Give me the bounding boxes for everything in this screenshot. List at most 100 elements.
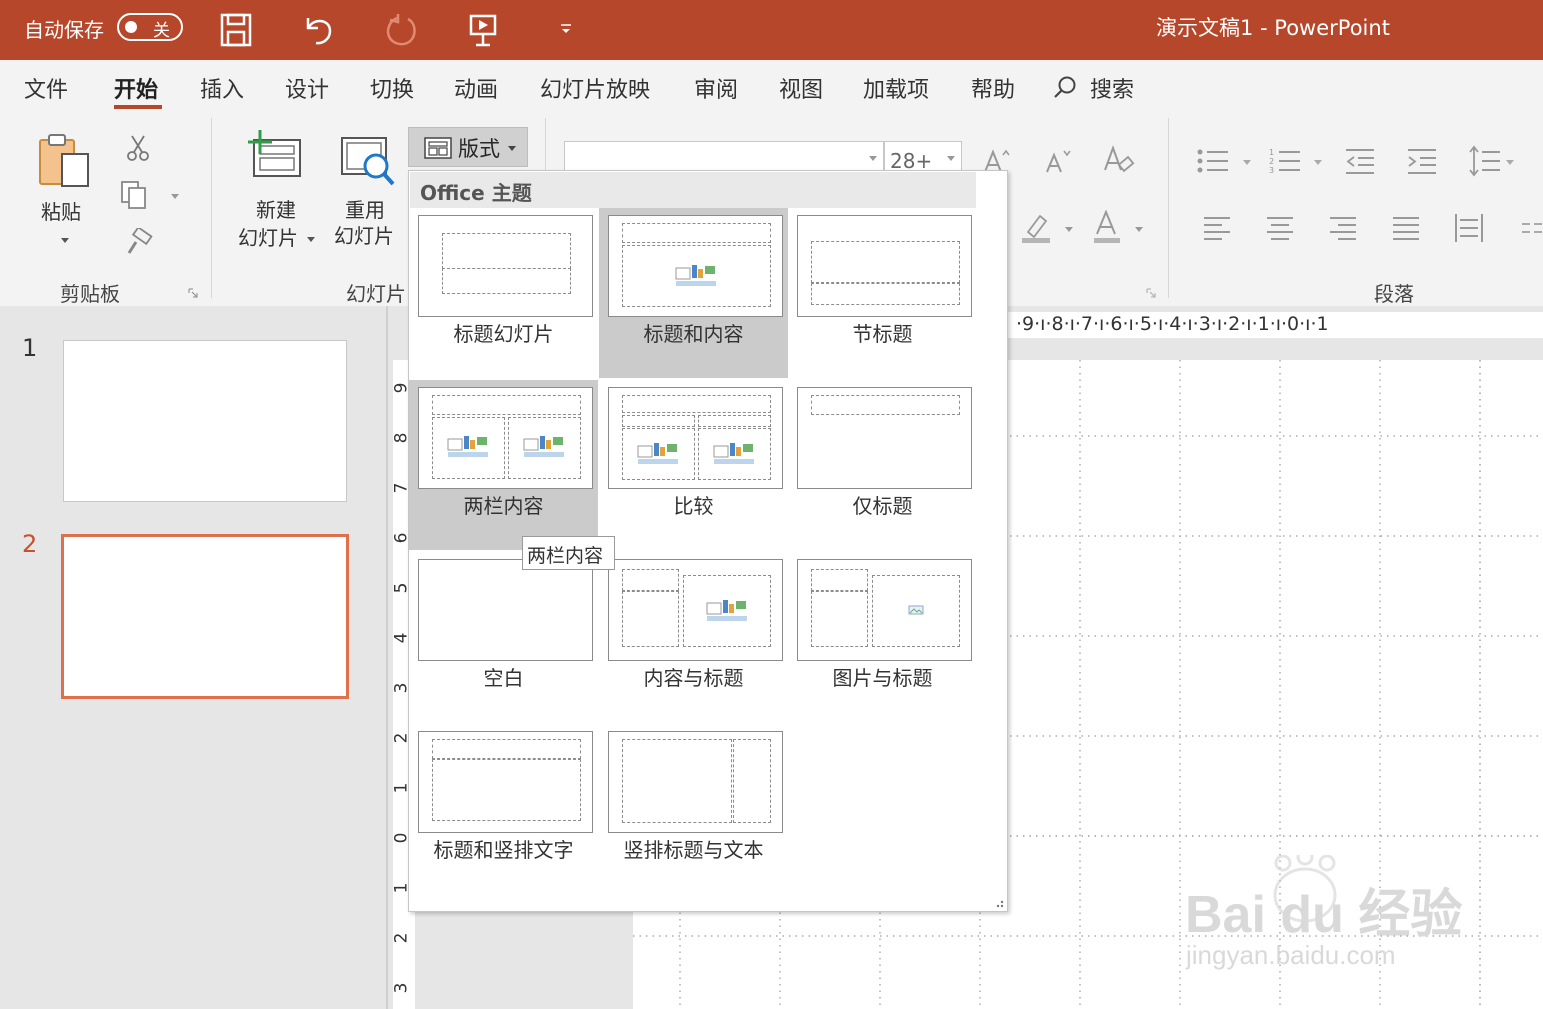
highlight-color-icon[interactable] xyxy=(1020,210,1054,244)
layout-content-with-caption[interactable]: 内容与标题 xyxy=(599,552,788,722)
highlight-dropdown-icon[interactable] xyxy=(1064,225,1074,233)
font-color-icon[interactable] xyxy=(1092,210,1122,244)
reuse-slides-label-1[interactable]: 重用 xyxy=(345,198,385,223)
layout-label: 内容与标题 xyxy=(643,666,744,690)
tab-design[interactable]: 设计 xyxy=(285,72,329,104)
layout-label: 图片与标题 xyxy=(832,666,933,690)
layout-label: 空白 xyxy=(483,666,524,690)
decrease-indent-icon[interactable] xyxy=(1344,146,1376,176)
layout-preview xyxy=(608,731,783,833)
tab-review[interactable]: 审阅 xyxy=(694,72,738,104)
toggle-knob xyxy=(125,21,137,33)
format-painter-icon[interactable] xyxy=(124,228,154,258)
layout-preview xyxy=(418,215,593,317)
align-center-icon[interactable] xyxy=(1265,214,1295,242)
layout-title-only[interactable]: 仅标题 xyxy=(788,380,977,550)
svg-text:2: 2 xyxy=(1269,157,1274,166)
layout-dropdown-icon xyxy=(507,144,517,152)
new-slide-label-2[interactable]: 幻灯片 xyxy=(238,226,298,251)
tab-search[interactable]: 搜索 xyxy=(1090,72,1134,104)
tab-transitions[interactable]: 切换 xyxy=(370,72,414,104)
increase-indent-icon[interactable] xyxy=(1406,146,1438,176)
layout-blank[interactable]: 空白 xyxy=(409,552,598,722)
clipboard-group-label: 剪贴板 xyxy=(60,282,120,306)
content-placeholder-icon xyxy=(447,436,488,457)
ruler-margin xyxy=(1008,338,1543,360)
line-spacing-icon[interactable] xyxy=(1468,144,1502,178)
slide-thumbnail-1[interactable] xyxy=(63,340,347,502)
picture-placeholder-icon xyxy=(908,605,924,615)
layout-vertical-title-and-text[interactable]: 竖排标题与文本 xyxy=(599,724,788,894)
slides-group-label: 幻灯片 xyxy=(346,282,406,306)
tab-animations[interactable]: 动画 xyxy=(454,72,498,104)
layout-comparison[interactable]: 比较 xyxy=(599,380,788,550)
save-icon[interactable] xyxy=(216,10,256,50)
layout-label: 两栏内容 xyxy=(463,494,544,518)
line-spacing-dropdown-icon[interactable] xyxy=(1505,158,1515,166)
layout-section-header[interactable]: 节标题 xyxy=(788,208,977,378)
align-right-icon[interactable] xyxy=(1328,214,1358,242)
layout-label: 节标题 xyxy=(852,322,913,346)
tab-help[interactable]: 帮助 xyxy=(971,72,1015,104)
paste-dropdown-icon[interactable] xyxy=(60,236,70,244)
group-separator xyxy=(545,118,546,178)
font-name-dropdown-icon[interactable] xyxy=(868,154,878,162)
tab-file[interactable]: 文件 xyxy=(24,72,68,104)
bullets-dropdown-icon[interactable] xyxy=(1242,158,1252,166)
bullets-icon[interactable] xyxy=(1196,146,1230,176)
numbering-icon[interactable]: 123 xyxy=(1268,146,1302,176)
pane-splitter[interactable] xyxy=(386,306,388,1009)
paste-icon[interactable] xyxy=(34,132,94,192)
tab-slideshow[interactable]: 幻灯片放映 xyxy=(540,72,650,104)
watermark-text: Bai du 经验 xyxy=(1185,886,1463,944)
layout-label: 比较 xyxy=(673,494,714,518)
columns-icon[interactable] xyxy=(1520,218,1543,238)
layout-title-and-vertical-text[interactable]: 标题和竖排文字 xyxy=(409,724,598,894)
layout-label: 竖排标题与文本 xyxy=(623,838,764,862)
new-slide-label-1[interactable]: 新建 xyxy=(256,198,296,223)
autosave-state: 关 xyxy=(153,21,170,41)
svg-text:1: 1 xyxy=(1269,148,1274,157)
cut-icon[interactable] xyxy=(124,134,152,162)
justify-icon[interactable] xyxy=(1391,214,1421,242)
tab-home[interactable]: 开始 xyxy=(114,72,158,104)
copy-icon[interactable] xyxy=(120,180,154,210)
paste-label[interactable]: 粘贴 xyxy=(41,200,81,225)
layout-two-content[interactable]: 两栏内容 xyxy=(409,380,598,550)
reuse-slides-icon[interactable] xyxy=(338,134,398,190)
numbering-dropdown-icon[interactable] xyxy=(1313,158,1323,166)
redo-icon[interactable] xyxy=(380,10,420,50)
clipboard-dialog-launcher-icon[interactable] xyxy=(188,288,198,298)
copy-dropdown-icon[interactable] xyxy=(170,192,180,200)
font-size-dropdown-icon[interactable] xyxy=(946,154,956,162)
layout-preview xyxy=(608,215,783,317)
new-slide-dropdown-icon[interactable] xyxy=(306,235,316,243)
layout-label: 标题和竖排文字 xyxy=(433,838,574,862)
layout-preview xyxy=(797,215,972,317)
layout-button-label: 版式 xyxy=(458,137,500,161)
customize-qat-icon[interactable] xyxy=(558,22,574,38)
distributed-icon[interactable] xyxy=(1454,212,1484,244)
slide-thumbnail-2[interactable] xyxy=(61,534,349,699)
undo-icon[interactable] xyxy=(298,10,338,50)
resize-grip-icon[interactable] xyxy=(992,896,1004,908)
layout-picture-with-caption[interactable]: 图片与标题 xyxy=(788,552,977,722)
tab-addins[interactable]: 加载项 xyxy=(863,72,929,104)
search-icon[interactable] xyxy=(1052,75,1078,101)
group-separator xyxy=(211,118,212,298)
decrease-font-size-icon[interactable] xyxy=(1044,146,1074,176)
gallery-title: Office 主题 xyxy=(420,181,532,205)
new-slide-icon[interactable] xyxy=(246,130,304,182)
present-icon[interactable] xyxy=(463,10,503,50)
tab-view[interactable]: 视图 xyxy=(779,72,823,104)
tab-insert[interactable]: 插入 xyxy=(200,72,244,104)
vertical-ruler-label: 3 xyxy=(391,982,412,994)
layout-title-and-content[interactable]: 标题和内容 xyxy=(599,208,788,378)
autosave-toggle[interactable]: 关 xyxy=(117,13,183,41)
reuse-slides-label-2[interactable]: 幻灯片 xyxy=(334,224,394,249)
font-dialog-launcher-icon[interactable] xyxy=(1146,288,1156,298)
font-color-dropdown-icon[interactable] xyxy=(1134,225,1144,233)
align-left-icon[interactable] xyxy=(1202,214,1232,242)
clear-formatting-icon[interactable] xyxy=(1102,144,1136,178)
layout-title-slide[interactable]: 标题幻灯片 xyxy=(409,208,598,378)
